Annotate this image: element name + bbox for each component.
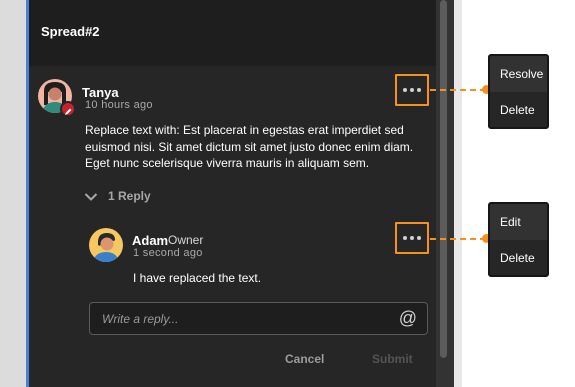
cancel-button[interactable]: Cancel bbox=[285, 352, 324, 366]
menu-item-edit[interactable]: Edit bbox=[490, 204, 547, 240]
mention-icon[interactable]: @ bbox=[399, 308, 417, 329]
chevron-down-icon bbox=[84, 187, 98, 206]
panel-header: Spread#2 bbox=[29, 0, 436, 66]
comment-time: 10 hours ago bbox=[85, 99, 153, 111]
reply-text: I have replaced the text. bbox=[133, 271, 262, 285]
menu-item-delete[interactable]: Delete bbox=[490, 240, 547, 275]
canvas-background-right bbox=[454, 0, 462, 387]
menu-item-resolve[interactable]: Resolve bbox=[490, 56, 547, 92]
comments-panel: Spread#2 Tanya 10 hours ago Replace text… bbox=[29, 0, 454, 387]
callout-connector bbox=[430, 89, 486, 91]
reply-input[interactable]: Write a reply... @ bbox=[89, 302, 428, 335]
more-dot bbox=[403, 236, 407, 240]
panel-title: Spread#2 bbox=[41, 24, 100, 39]
reply-role: Owner bbox=[168, 233, 204, 247]
comment-text-line: Eget nunc scelerisque viverra mauris in … bbox=[85, 156, 370, 170]
comment-context-menu: Resolve Delete bbox=[488, 54, 549, 129]
more-dot bbox=[410, 236, 414, 240]
pen-badge-icon bbox=[60, 101, 76, 117]
reply-context-menu: Edit Delete bbox=[488, 202, 549, 277]
scrollbar-thumb[interactable] bbox=[440, 0, 447, 358]
more-dot bbox=[410, 88, 414, 92]
replies-count-label: 1 Reply bbox=[108, 189, 151, 203]
avatar-adam bbox=[89, 228, 123, 262]
reply-more-button[interactable] bbox=[395, 222, 429, 254]
replies-toggle[interactable]: 1 Reply bbox=[84, 187, 151, 205]
reply-time: 1 second ago bbox=[133, 247, 203, 259]
more-dot bbox=[417, 236, 421, 240]
more-dot bbox=[417, 88, 421, 92]
reply-input-placeholder: Write a reply... bbox=[102, 312, 179, 326]
comment-text-line: Replace text with: Est placerat in egest… bbox=[85, 123, 404, 137]
more-dot bbox=[403, 88, 407, 92]
comment-text: Replace text with: Est placerat in egest… bbox=[85, 122, 430, 172]
callout-connector bbox=[430, 238, 486, 240]
reply-author: Adam bbox=[132, 233, 169, 248]
comment-author: Tanya bbox=[82, 85, 119, 100]
comment-text-line: euismod nisi. Sit amet dictum sit amet j… bbox=[85, 139, 414, 154]
comment-more-button[interactable] bbox=[395, 74, 429, 106]
menu-item-delete[interactable]: Delete bbox=[490, 92, 547, 127]
submit-button[interactable]: Submit bbox=[372, 352, 413, 366]
